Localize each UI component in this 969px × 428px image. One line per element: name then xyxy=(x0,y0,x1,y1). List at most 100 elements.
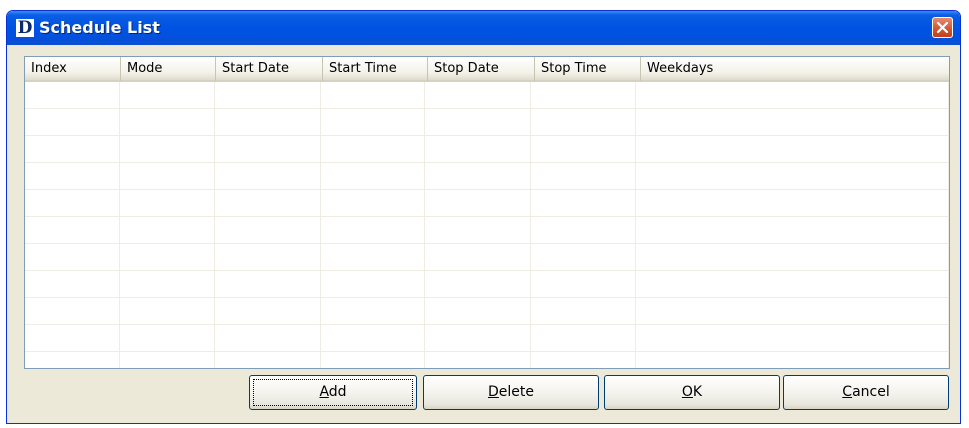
table-cell xyxy=(25,190,121,216)
table-cell xyxy=(425,352,532,368)
table-cell xyxy=(120,325,215,351)
table-row[interactable] xyxy=(25,244,949,271)
table-cell xyxy=(120,190,215,216)
table-cell xyxy=(321,244,425,270)
table-cell xyxy=(215,163,321,189)
table-cell xyxy=(120,217,215,243)
table-cell xyxy=(120,109,215,135)
table-cell xyxy=(215,352,321,368)
table-cell xyxy=(636,217,949,243)
table-cell xyxy=(25,325,121,351)
cancel-button[interactable]: Cancel xyxy=(783,375,949,410)
table-cell xyxy=(25,217,121,243)
delete-button[interactable]: Delete xyxy=(423,375,599,410)
column-header-mode[interactable]: Mode xyxy=(121,57,216,82)
table-cell xyxy=(321,163,425,189)
table-cell xyxy=(636,325,949,351)
table-row[interactable] xyxy=(25,325,949,352)
table-cell xyxy=(120,352,215,368)
table-cell xyxy=(425,298,532,324)
close-x-icon xyxy=(936,21,949,34)
table-cell xyxy=(25,163,121,189)
table-cell xyxy=(25,298,121,324)
ok-button[interactable]: OK xyxy=(604,375,780,410)
schedule-list-dialog: D Schedule List Index Mode Start Date St… xyxy=(6,10,961,424)
table-row[interactable] xyxy=(25,190,949,217)
table-cell xyxy=(215,136,321,162)
table-row[interactable] xyxy=(25,352,949,368)
table-cell xyxy=(636,136,949,162)
table-cell xyxy=(531,163,637,189)
close-button[interactable] xyxy=(932,17,953,38)
add-mnemonic: A xyxy=(319,384,329,400)
table-cell xyxy=(636,244,949,270)
table-cell xyxy=(120,271,215,297)
table-cell xyxy=(636,271,949,297)
table-cell xyxy=(531,136,637,162)
table-row[interactable] xyxy=(25,217,949,244)
table-cell xyxy=(25,136,121,162)
column-header-stop-time[interactable]: Stop Time xyxy=(535,57,641,82)
table-cell xyxy=(321,271,425,297)
table-cell xyxy=(636,109,949,135)
table-cell xyxy=(321,109,425,135)
table-row[interactable] xyxy=(25,163,949,190)
table-cell xyxy=(25,271,121,297)
table-cell xyxy=(215,190,321,216)
list-rows xyxy=(25,82,949,368)
table-cell xyxy=(531,325,637,351)
table-cell xyxy=(425,325,532,351)
window-title: Schedule List xyxy=(39,18,160,37)
table-cell xyxy=(531,190,637,216)
table-cell xyxy=(321,136,425,162)
table-row[interactable] xyxy=(25,82,949,109)
table-row[interactable] xyxy=(25,109,949,136)
table-cell xyxy=(425,136,532,162)
add-button[interactable]: Add xyxy=(249,375,417,410)
table-cell xyxy=(215,244,321,270)
add-label: dd xyxy=(328,384,347,400)
table-row[interactable] xyxy=(25,298,949,325)
column-header-index[interactable]: Index xyxy=(25,57,121,82)
table-cell xyxy=(636,352,949,368)
table-cell xyxy=(25,244,121,270)
table-cell xyxy=(25,109,121,135)
table-cell xyxy=(425,244,532,270)
column-header-stop-date[interactable]: Stop Date xyxy=(428,57,535,82)
table-cell xyxy=(425,217,532,243)
table-cell xyxy=(25,352,121,368)
table-cell xyxy=(636,82,949,108)
table-cell xyxy=(215,325,321,351)
table-cell xyxy=(321,217,425,243)
table-cell xyxy=(531,217,637,243)
table-row[interactable] xyxy=(25,271,949,298)
table-cell xyxy=(531,244,637,270)
list-header: Index Mode Start Date Start Time Stop Da… xyxy=(25,57,949,82)
table-cell xyxy=(321,190,425,216)
table-cell xyxy=(215,82,321,108)
table-cell xyxy=(120,163,215,189)
app-logo: D xyxy=(16,18,34,38)
column-header-start-date[interactable]: Start Date xyxy=(216,57,323,82)
table-cell xyxy=(531,352,637,368)
delete-label: elete xyxy=(498,384,534,400)
table-row[interactable] xyxy=(25,136,949,163)
table-cell xyxy=(321,352,425,368)
column-header-weekdays[interactable]: Weekdays xyxy=(641,57,949,82)
table-cell xyxy=(215,271,321,297)
title-bar[interactable]: D Schedule List xyxy=(7,11,960,45)
table-cell xyxy=(321,82,425,108)
table-cell xyxy=(636,298,949,324)
table-cell xyxy=(531,298,637,324)
table-cell xyxy=(120,136,215,162)
table-cell xyxy=(120,244,215,270)
table-cell xyxy=(531,271,637,297)
table-cell xyxy=(425,190,532,216)
table-cell xyxy=(215,109,321,135)
table-cell xyxy=(215,298,321,324)
table-cell xyxy=(425,109,532,135)
table-cell xyxy=(215,217,321,243)
column-header-start-time[interactable]: Start Time xyxy=(323,57,428,82)
schedule-list-view[interactable]: Index Mode Start Date Start Time Stop Da… xyxy=(24,56,950,369)
table-cell xyxy=(25,82,121,108)
